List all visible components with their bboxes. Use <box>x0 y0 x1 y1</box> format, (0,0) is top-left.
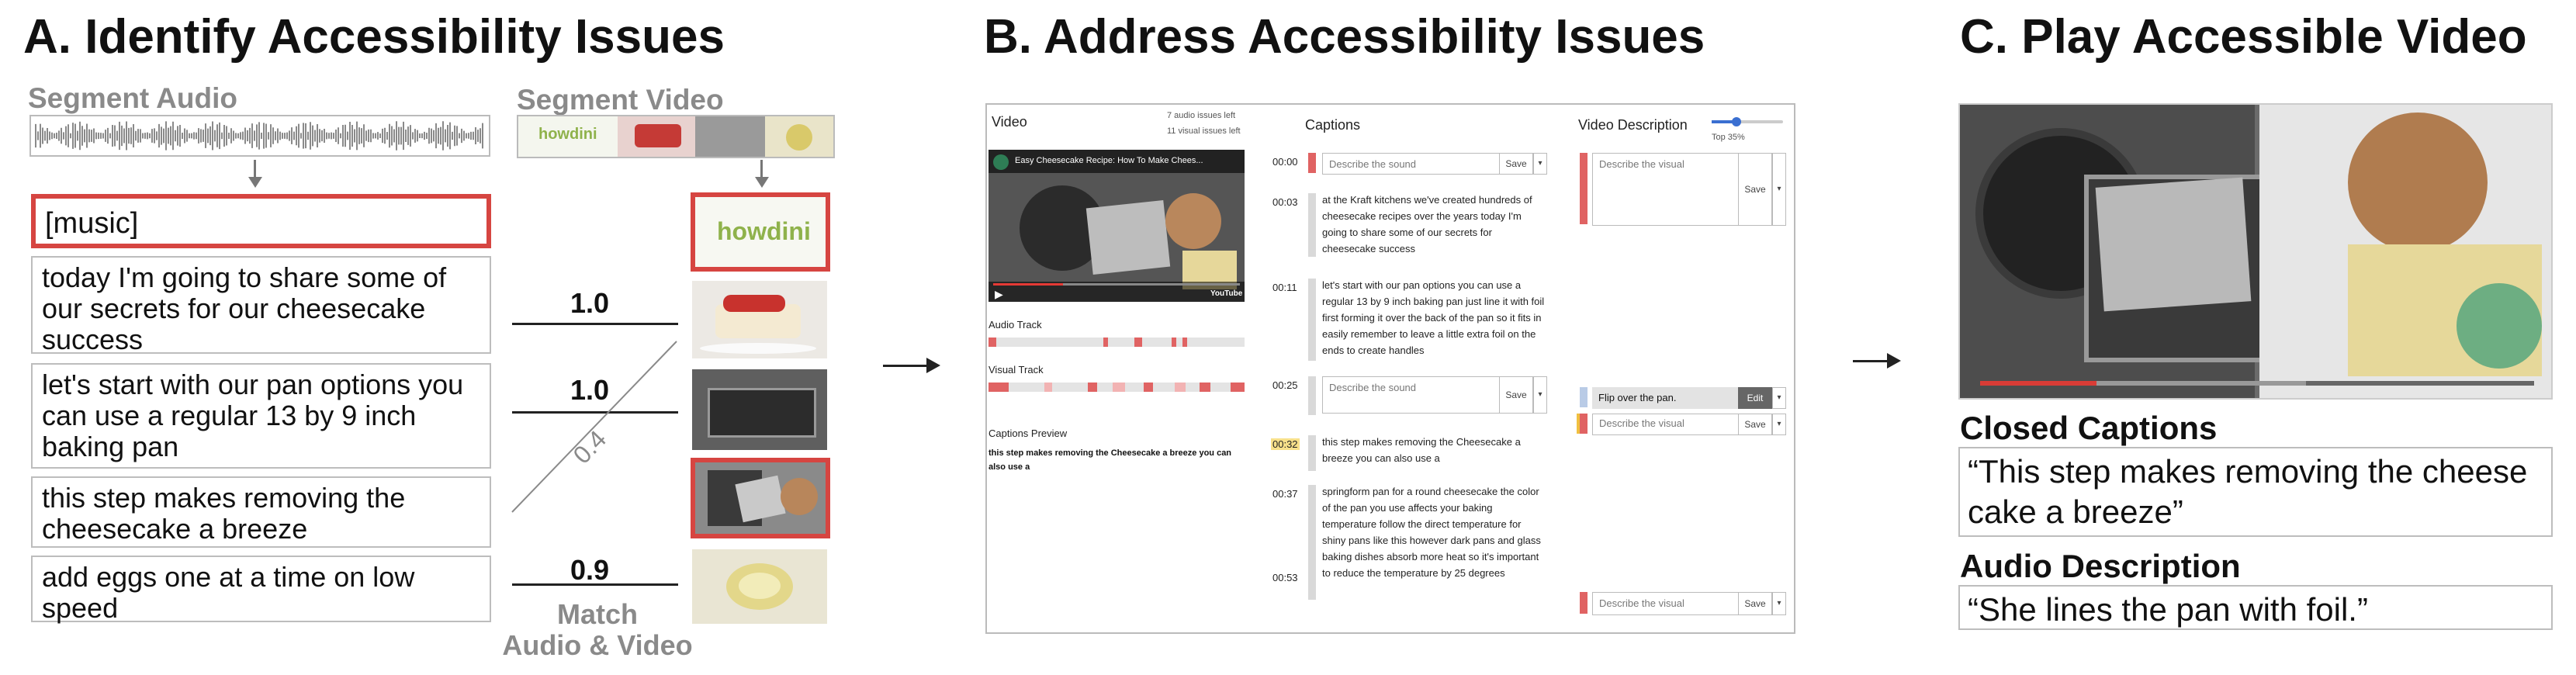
howdini-logo: howdini <box>538 126 597 143</box>
thumbnail-3 <box>691 458 830 538</box>
save-button-3[interactable]: Save <box>1738 153 1772 226</box>
chevron-down-icon[interactable]: ▾ <box>1772 414 1786 435</box>
chevron-down-icon[interactable]: ▾ <box>1533 153 1547 175</box>
captions-header: Captions <box>1305 117 1361 133</box>
video-down-arrow <box>760 160 763 178</box>
arrow-b-to-c <box>1853 360 1889 362</box>
diagonal-mismatch-line <box>511 341 677 513</box>
describe-sound-input-1[interactable]: Describe the sound <box>1322 153 1513 175</box>
audio-down-arrow <box>254 160 256 178</box>
chevron-down-icon[interactable]: ▾ <box>1772 387 1786 409</box>
play-icon[interactable]: ▶ <box>995 288 1003 301</box>
caption-text-1[interactable]: at the Kraft kitchens we've created hund… <box>1322 192 1547 257</box>
video-progress[interactable] <box>1980 381 2096 386</box>
caption-time-5[interactable]: 00:37 <box>1272 488 1298 500</box>
arrow-a-to-b <box>883 365 928 367</box>
accessible-video-player[interactable] <box>1958 103 2553 400</box>
audio-waveform <box>29 115 490 157</box>
match-label: Match Audio & Video <box>502 598 693 661</box>
video-strip: howdini <box>517 115 835 158</box>
description-flip-pan[interactable]: Flip over the pan. <box>1592 387 1740 409</box>
visual-track-label: Visual Track <box>989 364 1044 376</box>
panel-a-title: A. Identify Accessibility Issues <box>23 10 725 64</box>
caption-time-4[interactable]: 00:32 <box>1271 438 1300 450</box>
edit-button[interactable]: Edit <box>1738 387 1772 409</box>
panel-c-title: C. Play Accessible Video <box>1960 10 2527 64</box>
caption-time-0[interactable]: 00:00 <box>1272 156 1298 168</box>
youtube-icon[interactable]: YouTube <box>1210 289 1242 298</box>
segment-2: let's start with our pan options you can… <box>31 363 491 469</box>
caption-time-6[interactable]: 00:53 <box>1272 572 1298 583</box>
segment-video-label: Segment Video <box>517 84 724 116</box>
panel-b-title: B. Address Accessibility Issues <box>984 10 1705 64</box>
audio-track-label: Audio Track <box>989 319 1042 331</box>
describe-visual-input-2[interactable]: Describe the visual <box>1592 414 1740 435</box>
caption-text-4[interactable]: this step makes removing the Cheesecake … <box>1322 434 1547 466</box>
threshold-slider[interactable] <box>1712 117 1783 126</box>
segment-1: today I'm going to share some of our sec… <box>31 256 491 355</box>
chevron-down-icon[interactable]: ▾ <box>1772 153 1786 226</box>
thumbnail-0: howdini <box>691 192 830 272</box>
save-button-2[interactable]: Save <box>1499 376 1533 414</box>
audio-description-label: Audio Description <box>1960 548 2241 584</box>
thumbnail-2 <box>692 369 827 450</box>
segment-4: add eggs one at a time on low speed <box>31 556 491 624</box>
segment-3: this step makes removing the cheesecake … <box>31 476 491 548</box>
caption-time-2[interactable]: 00:11 <box>1272 282 1297 293</box>
player-progress[interactable] <box>993 283 1063 286</box>
channel-icon <box>993 154 1009 170</box>
save-button-5[interactable]: Save <box>1738 592 1772 615</box>
match-score-1: 1.0 <box>570 287 610 319</box>
segment-audio-label: Segment Audio <box>28 82 237 114</box>
audio-track[interactable] <box>989 338 1245 347</box>
captions-preview-text: this step makes removing the Cheesecake … <box>989 448 1232 472</box>
save-button-1[interactable]: Save <box>1499 153 1533 175</box>
slider-label: Top 35% <box>1712 133 1745 142</box>
channel-watermark-icon <box>2457 283 2542 369</box>
audio-issues-count: 7 audio issues left <box>1167 111 1236 120</box>
save-button-4[interactable]: Save <box>1738 414 1772 435</box>
match-score-4: 0.9 <box>570 554 610 586</box>
caption-text-5[interactable]: springform pan for a round cheesecake th… <box>1322 483 1547 581</box>
closed-captions-label: Closed Captions <box>1960 410 2218 446</box>
segment-0: [music] <box>31 194 491 248</box>
audio-description-text: “She lines the pan with foil.” <box>1958 585 2553 630</box>
video-description-header: Video Description <box>1578 117 1688 133</box>
describe-sound-input-2[interactable]: Describe the sound <box>1322 376 1513 414</box>
caption-text-2[interactable]: let's start with our pan options you can… <box>1322 277 1547 358</box>
thumbnail-4 <box>692 549 827 624</box>
describe-visual-input-3[interactable]: Describe the visual <box>1592 592 1740 615</box>
match-line-1 <box>512 323 678 325</box>
caption-time-1[interactable]: 00:03 <box>1272 196 1298 208</box>
describe-visual-input-1[interactable]: Describe the visual <box>1592 153 1740 226</box>
visual-track[interactable] <box>989 382 1245 392</box>
video-title: Easy Cheesecake Recipe: How To Make Chee… <box>1015 156 1203 165</box>
editor-panel: Video 7 audio issues left 11 visual issu… <box>985 103 1795 634</box>
chevron-down-icon[interactable]: ▾ <box>1533 376 1547 414</box>
video-player[interactable]: Easy Cheesecake Recipe: How To Make Chee… <box>989 150 1245 302</box>
captions-preview-label: Captions Preview <box>989 428 1068 439</box>
visual-issues-count: 11 visual issues left <box>1167 126 1241 136</box>
thumbnail-1 <box>692 281 827 358</box>
closed-captions-text: “This step makes removing the cheese cak… <box>1958 447 2553 537</box>
chevron-down-icon[interactable]: ▾ <box>1772 592 1786 615</box>
match-line-4 <box>512 583 678 586</box>
howdini-logo-large: howdini <box>717 217 811 245</box>
caption-time-3[interactable]: 00:25 <box>1272 379 1298 391</box>
video-label: Video <box>992 114 1027 130</box>
